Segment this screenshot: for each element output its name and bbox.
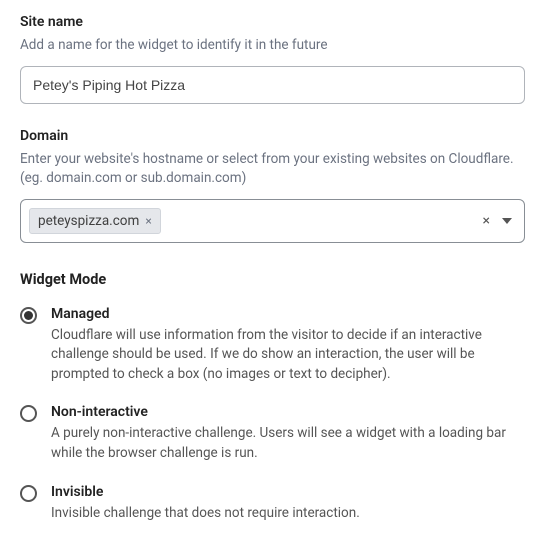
radio-button[interactable] [20,485,37,502]
domain-help: Enter your website's hostname or select … [20,150,525,189]
domain-chip-text: peteyspizza.com [38,213,139,229]
site-name-input[interactable] [20,66,525,104]
radio-option-noninteractive[interactable]: Non-interactive A purely non-interactive… [20,404,525,463]
site-name-label: Site name [20,14,525,30]
radio-button[interactable] [20,405,37,422]
domain-label: Domain [20,128,525,144]
radio-option-managed[interactable]: Managed Cloudflare will use information … [20,306,525,385]
widget-mode-radio-group: Managed Cloudflare will use information … [20,306,525,523]
radio-button[interactable] [20,307,37,324]
radio-option-invisible[interactable]: Invisible Invisible challenge that does … [20,484,525,524]
domain-select[interactable]: peteyspizza.com × × [20,199,525,243]
chip-remove-icon[interactable]: × [145,214,151,228]
site-name-help: Add a name for the widget to identify it… [20,36,525,56]
widget-mode-title: Widget Mode [20,271,525,288]
radio-description: Invisible challenge that does not requir… [51,504,525,524]
radio-label: Invisible [51,484,525,500]
radio-description: Cloudflare will use information from the… [51,326,525,385]
clear-all-icon[interactable]: × [483,213,490,229]
chevron-down-icon[interactable] [502,218,512,224]
domain-chip: peteyspizza.com × [29,208,161,234]
radio-label: Managed [51,306,525,322]
radio-description: A purely non-interactive challenge. User… [51,424,525,463]
radio-label: Non-interactive [51,404,525,420]
